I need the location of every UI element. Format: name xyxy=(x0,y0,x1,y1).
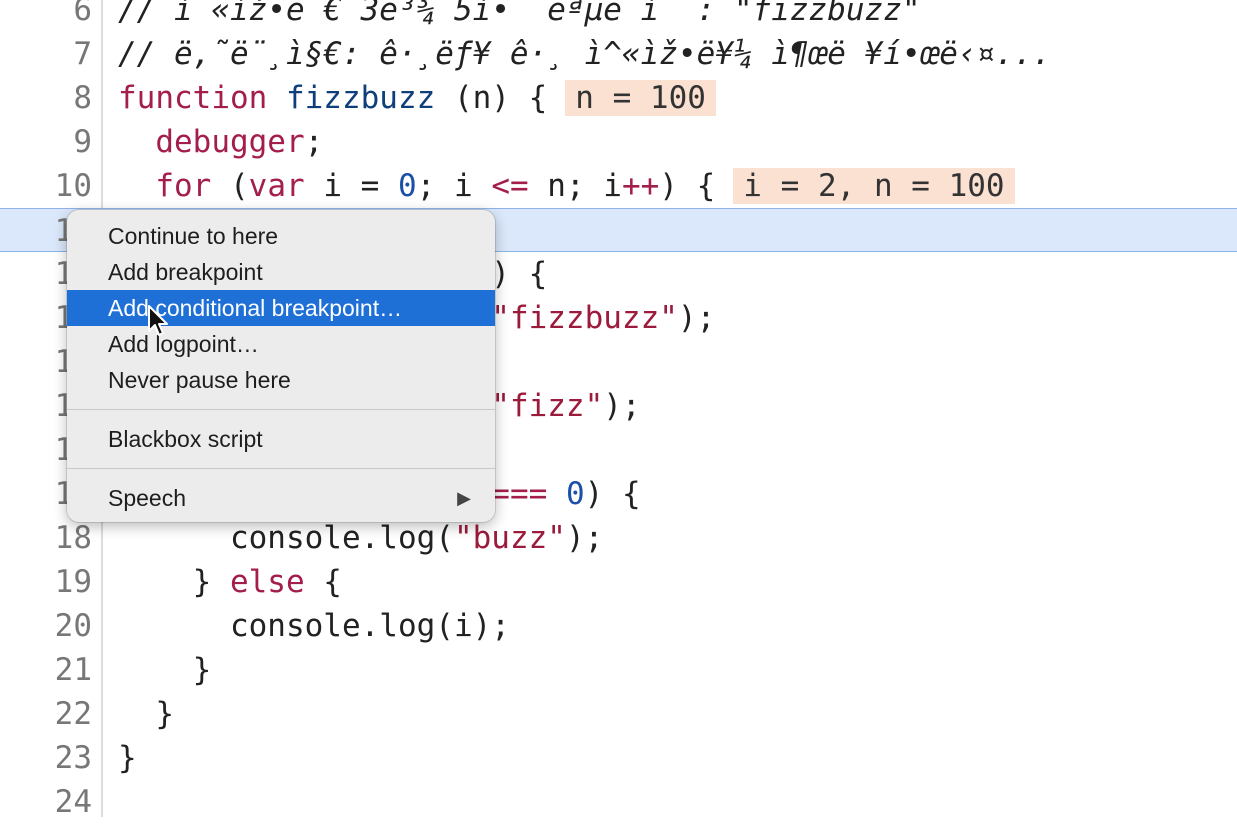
menu-item-label: Never pause here xyxy=(108,367,291,393)
code-token: ; xyxy=(304,124,324,160)
menu-item-add-conditional-breakpoint[interactable]: Add conditional breakpoint… xyxy=(67,290,495,326)
code-line[interactable]: 6 // ì «ìž•ë˜€ 3ë³¾ 5ì• ëªµë˜ì : "fizzbuz… xyxy=(0,0,1237,32)
pointer-cursor-icon xyxy=(148,305,168,336)
code-text: } xyxy=(118,692,174,736)
menu-item-add-logpoint[interactable]: Add logpoint… xyxy=(67,326,495,362)
line-number[interactable]: 9 xyxy=(0,120,92,164)
code-token: ( xyxy=(211,168,249,204)
code-line[interactable]: 23} xyxy=(0,736,1237,780)
code-token: } xyxy=(118,696,174,732)
menu-item-blackbox-script[interactable]: Blackbox script xyxy=(67,421,495,457)
code-text: for (var i = 0; i <= n; i++) { i = 2, n =… xyxy=(118,164,1015,208)
menu-separator xyxy=(67,468,495,469)
menu-item-label: Blackbox script xyxy=(108,426,263,452)
code-token: ) { xyxy=(584,476,641,512)
triangle-right-icon: ▶ xyxy=(457,488,471,508)
code-token: else xyxy=(229,564,305,600)
code-token: fizzbuzz xyxy=(267,80,436,116)
code-line[interactable]: 9 debugger; xyxy=(0,120,1237,164)
code-line[interactable]: 22 } xyxy=(0,692,1237,736)
menu-separator xyxy=(67,409,495,410)
code-token: var xyxy=(248,168,305,204)
code-token: { xyxy=(304,564,342,600)
line-number[interactable]: 7 xyxy=(0,32,92,76)
code-token: 0 xyxy=(565,476,585,512)
code-line[interactable]: 18 console.log("buzz"); xyxy=(0,516,1237,560)
line-number[interactable]: 10 xyxy=(0,164,92,208)
line-number[interactable]: 18 xyxy=(0,516,92,560)
code-token: "fizz" xyxy=(491,388,604,424)
code-token: } xyxy=(118,564,230,600)
code-line[interactable]: 7 // ë‚˜ë¨¸ì§€: ê·¸ëƒ¥ ê·¸ ì^«ìž•ë¥¼ ì¶œë… xyxy=(0,32,1237,76)
code-token: === xyxy=(491,476,548,512)
code-token: // ì «ìž•ë˜€ 3ë³¾ 5ì• ëªµë˜ì : "fizzbuzz… xyxy=(118,0,921,28)
code-line[interactable]: 21 } xyxy=(0,648,1237,692)
code-text: // ì «ìž•ë˜€ 3ë³¾ 5ì• ëªµë˜ì : "fizzbuzz… xyxy=(118,0,921,32)
code-token: ); xyxy=(677,300,716,336)
code-token: ); xyxy=(603,388,641,424)
inline-variable-value: n = 100 xyxy=(565,80,716,116)
code-token: console.log(i); xyxy=(118,608,510,644)
code-token: "buzz" xyxy=(453,520,566,556)
code-line[interactable]: 19 } else { xyxy=(0,560,1237,604)
line-number[interactable]: 21 xyxy=(0,648,92,692)
code-text: function fizzbuzz (n) { n = 100 xyxy=(118,76,716,120)
menu-item-label: Continue to here xyxy=(108,223,279,249)
code-token: n; i xyxy=(528,168,622,204)
menu-item-speech[interactable]: Speech ▶ xyxy=(67,480,495,516)
code-line[interactable]: 10 for (var i = 0; i <= n; i++) { i = 2, … xyxy=(0,164,1237,208)
line-number[interactable]: 23 xyxy=(0,736,92,780)
menu-item-continue-to-here[interactable]: Continue to here xyxy=(67,218,495,254)
context-menu: Continue to here Add breakpoint Add condit… xyxy=(67,210,495,522)
code-token: (n) { xyxy=(435,80,548,116)
code-token: for xyxy=(155,168,212,204)
line-number[interactable]: 6 xyxy=(0,0,92,32)
code-token: ); xyxy=(565,520,604,556)
menu-item-add-breakpoint[interactable]: Add breakpoint xyxy=(67,254,495,290)
code-text: } xyxy=(118,736,137,780)
line-number[interactable]: 24 xyxy=(0,780,92,824)
code-line[interactable]: 8 function fizzbuzz (n) { n = 100 xyxy=(0,76,1237,120)
menu-item-label: Speech xyxy=(108,485,187,511)
code-text: debugger; xyxy=(118,120,323,164)
code-token: ; i xyxy=(416,168,492,204)
code-token: ) { xyxy=(659,168,716,204)
code-token: } xyxy=(118,652,212,688)
menu-item-label: Add breakpoint xyxy=(108,259,263,285)
code-token: console.log( xyxy=(118,520,454,556)
code-token: ++ xyxy=(621,168,660,204)
code-token: i = xyxy=(304,168,398,204)
code-token: debugger xyxy=(118,124,305,160)
code-token: // ë‚˜ë¨¸ì§€: ê·¸ëƒ¥ ê·¸ ì^«ìž•ë¥¼ ì¶œë … xyxy=(118,36,1052,72)
code-token: <= xyxy=(491,168,529,204)
code-token: function xyxy=(118,80,268,116)
code-editor[interactable]: 6 // ì «ìž•ë˜€ 3ë³¾ 5ì• ëªµë˜ì : "fizzbuz… xyxy=(0,0,1237,820)
line-number[interactable]: 19 xyxy=(0,560,92,604)
line-number[interactable]: 22 xyxy=(0,692,92,736)
code-token: } xyxy=(118,740,137,776)
line-number[interactable]: 20 xyxy=(0,604,92,648)
inline-variable-value: i = 2, n = 100 xyxy=(733,168,1015,204)
code-text: console.log(i); xyxy=(118,604,510,648)
code-text: } xyxy=(118,648,212,692)
menu-item-label: Add logpoint… xyxy=(108,331,259,357)
code-token: 0 xyxy=(397,168,417,204)
code-text: } else { xyxy=(118,560,342,604)
menu-item-never-pause-here[interactable]: Never pause here xyxy=(67,362,495,398)
code-text: // ë‚˜ë¨¸ì§€: ê·¸ëƒ¥ ê·¸ ì^«ìž•ë¥¼ ì¶œë … xyxy=(118,32,1051,76)
code-line[interactable]: 24 xyxy=(0,780,1237,824)
code-token: ) { xyxy=(491,256,548,292)
code-line[interactable]: 20 console.log(i); xyxy=(0,604,1237,648)
line-number[interactable]: 8 xyxy=(0,76,92,120)
code-text: console.log("buzz"); xyxy=(118,516,603,560)
code-token: "fizzbuzz" xyxy=(491,300,678,336)
